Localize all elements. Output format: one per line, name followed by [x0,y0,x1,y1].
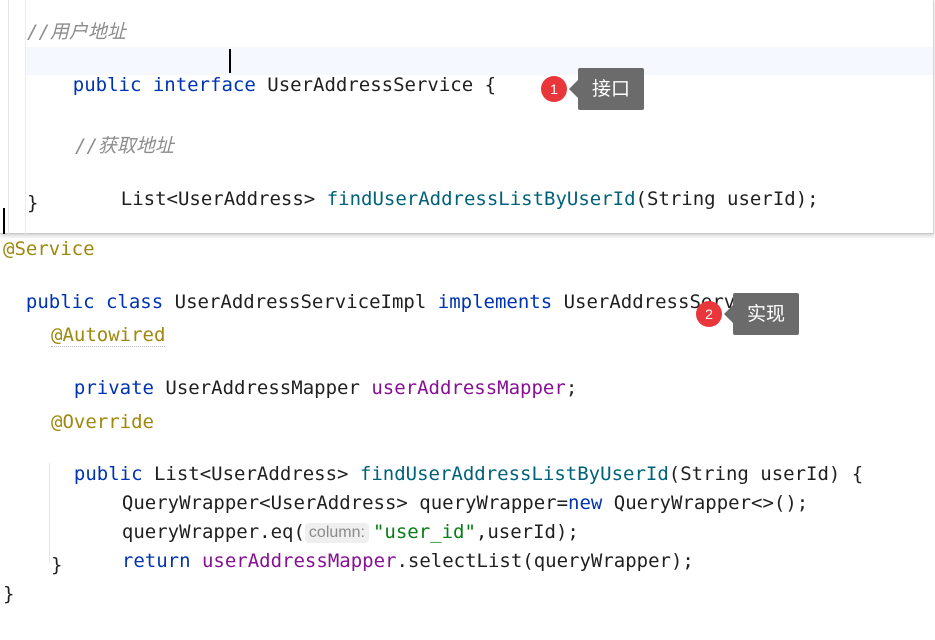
interface-definition-panel: //用户地址 public interface UserAddressServi… [0,0,934,234]
open-brace: { [484,74,497,96]
keyword-implements: implements [437,291,553,313]
method-close-brace: } [51,554,63,576]
comment-user-address: //用户地址 [27,21,126,43]
semicolon: ; [565,377,578,399]
keyword-private: private [73,377,154,399]
interface-method-signature[interactable]: List<UserAddress> findUserAddressListByU… [75,163,819,210]
statement-eq[interactable]: queryWrapper.eq(column: "user_id",userId)… [99,496,579,543]
interface-declaration[interactable]: public interface UserAddressService { [27,49,496,96]
field-type: UserAddressMapper [165,377,360,399]
statement-part: QueryWrapper<>(); [602,492,809,514]
impl-method-signature[interactable]: public List<UserAddress> findUserAddress… [51,438,863,485]
close-brace: } [27,192,39,214]
keyword-public: public [25,291,95,313]
indent-guide [25,0,26,234]
annotation-override: @Override [51,411,154,433]
indent-guide [49,463,50,563]
field-name[interactable]: userAddressMapper [371,377,565,399]
text-caret [229,49,231,73]
method-name[interactable]: findUserAddressListByUserId [327,188,636,210]
indent-guide [8,0,9,234]
class-declaration[interactable]: public class UserAddressServiceImpl impl… [3,266,793,313]
class-name[interactable]: UserAddressServiceImpl [175,291,427,313]
gutter-caret [3,208,5,234]
statement-return[interactable]: return userAddressMapper.selectList(quer… [99,525,694,572]
statement-query-wrapper[interactable]: QueryWrapper<UserAddress> queryWrapper=n… [99,467,808,514]
callout-tooltip-interface: 接口 [568,68,645,110]
interface-name[interactable]: UserAddressService [267,74,473,96]
comment-get-address: //获取地址 [75,135,174,157]
callout-badge-2: 2 [696,301,722,327]
annotation-autowired: @Autowired [51,323,166,347]
statement-part: .selectList(queryWrapper); [396,550,694,572]
field-declaration[interactable]: private UserAddressMapper userAddressMap… [51,352,577,399]
return-type: List<UserAddress> [120,188,316,210]
callout-badge-1: 1 [541,76,567,102]
keyword-interface: interface [152,74,256,96]
keyword-public: public [72,74,142,96]
keyword-return: return [121,550,191,572]
autowired-text: @Autowired [51,324,166,347]
class-close-brace: } [3,583,15,605]
field-reference[interactable]: userAddressMapper [202,550,396,572]
keyword-class: class [105,291,164,313]
method-params: (String userId); [635,188,819,210]
callout-tooltip-implementation: 实现 [723,293,800,335]
annotation-service: @Service [3,238,95,260]
